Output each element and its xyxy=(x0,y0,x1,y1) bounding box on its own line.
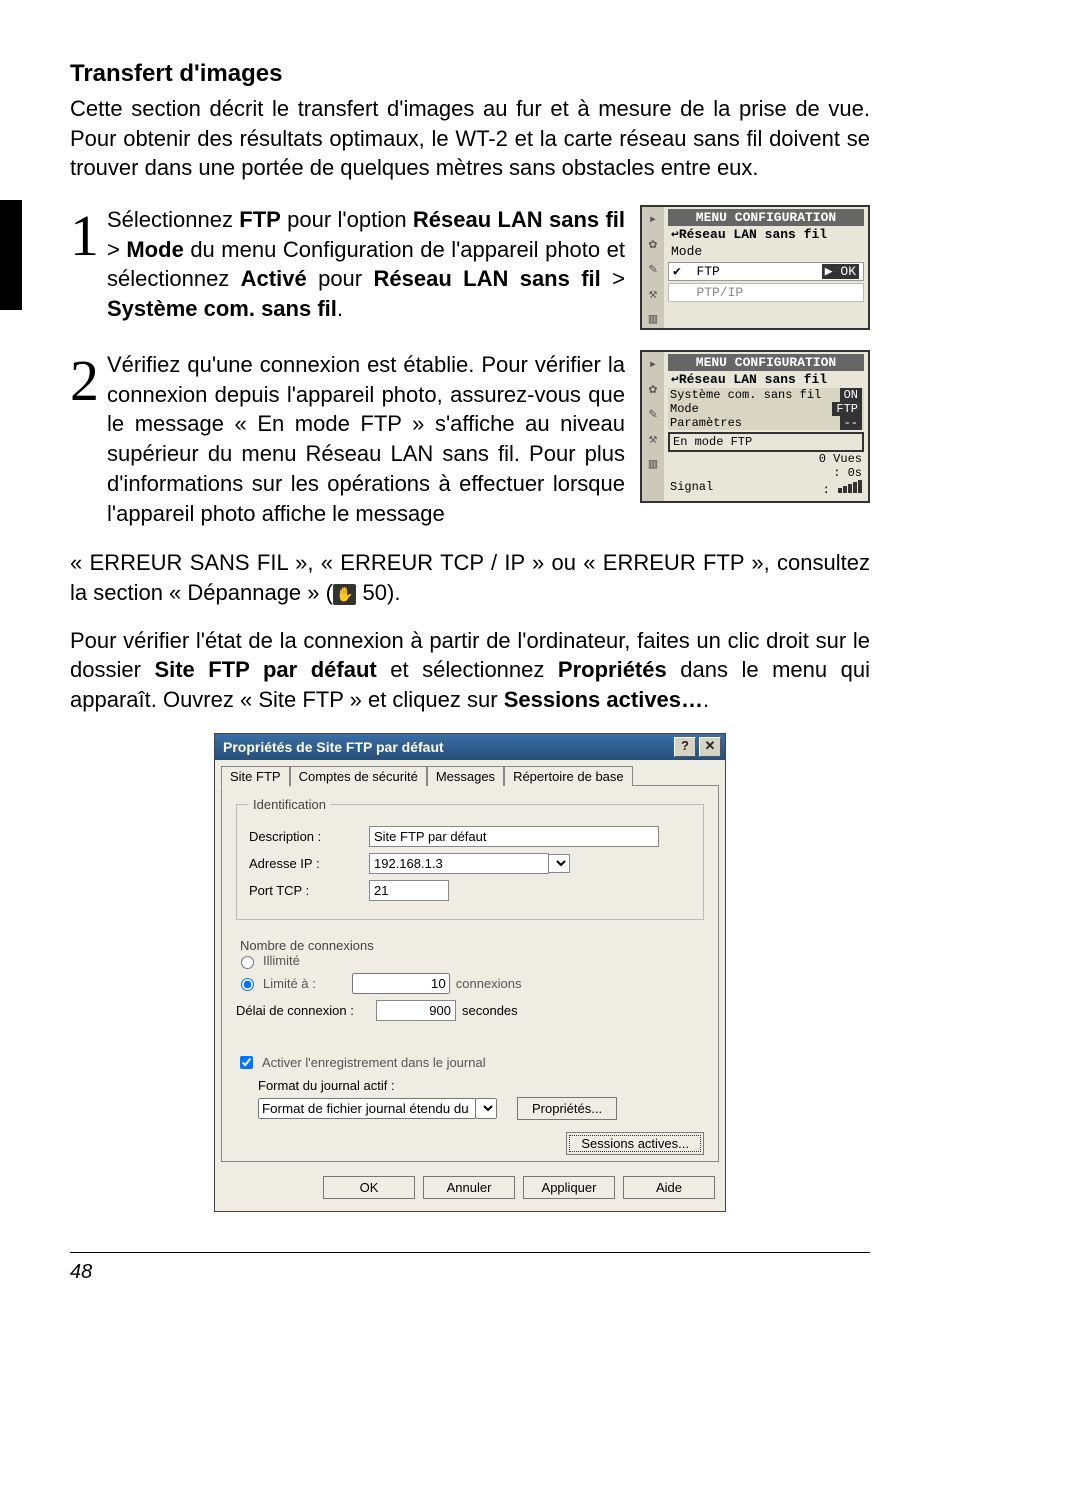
step-1-number: 1 xyxy=(70,213,99,259)
lcd2-row-mode-val: FTP xyxy=(832,402,862,416)
description-label: Description : xyxy=(249,829,369,844)
ip-field[interactable] xyxy=(369,853,549,874)
help-icon[interactable]: ? xyxy=(674,737,696,757)
lcd-icon-play: ▸ xyxy=(649,211,657,228)
lcd-icon-card: ▥ xyxy=(649,311,657,328)
page-number: 48 xyxy=(70,1252,870,1284)
close-icon[interactable]: ✕ xyxy=(699,737,721,757)
lcd2-signal-label: Signal xyxy=(670,480,713,497)
lcd2-row-mode: Mode xyxy=(670,402,699,416)
lcd2-status-box: En mode FTP xyxy=(668,432,864,452)
port-field[interactable] xyxy=(369,880,449,901)
description-field[interactable] xyxy=(369,826,659,847)
timeout-field[interactable] xyxy=(376,1000,456,1021)
unlimited-label: Illimité xyxy=(263,953,300,968)
section-title: Transfert d'images xyxy=(70,60,870,88)
step-2-number: 2 xyxy=(70,358,99,404)
identification-fieldset: Identification Description : Adresse IP … xyxy=(236,804,704,920)
identification-legend: Identification xyxy=(249,797,330,812)
lcd-icon-camera: ✿ xyxy=(649,236,657,253)
lcd-icon-camera: ✿ xyxy=(649,381,657,398)
dialog-tabs: Site FTP Comptes de sécurité Messages Ré… xyxy=(221,766,719,786)
lcd2-views: 0 Vues xyxy=(819,452,862,466)
signal-bars-icon xyxy=(837,480,862,497)
tab-site-ftp[interactable]: Site FTP xyxy=(221,766,290,787)
connections-legend: Nombre de connexions xyxy=(236,938,378,953)
lcd1-subtitle: ↩Réseau LAN sans fil xyxy=(668,226,864,243)
step-2-continuation: « ERREUR SANS FIL », « ERREUR TCP / IP »… xyxy=(70,548,870,607)
paragraph-verify-computer: Pour vérifier l'état de la connexion à p… xyxy=(70,626,870,715)
step-2: 2 Vérifiez qu'une connexion est établie.… xyxy=(70,350,870,528)
lcd-icon-wrench: ⚒ xyxy=(649,286,657,303)
tab-messages[interactable]: Messages xyxy=(427,766,504,786)
enable-logging-checkbox[interactable] xyxy=(240,1056,253,1069)
lcd2-row-params: Paramètres xyxy=(670,416,742,430)
lcd1-mode-label: Mode xyxy=(668,243,864,260)
dialog-title: Propriétés de Site FTP par défaut xyxy=(223,739,444,755)
log-format-field[interactable] xyxy=(258,1098,476,1119)
cancel-button[interactable]: Annuler xyxy=(423,1176,515,1199)
lcd2-row-system: Système com. sans fil xyxy=(670,388,821,402)
active-sessions-button[interactable]: Sessions actives... xyxy=(566,1132,704,1155)
timeout-unit: secondes xyxy=(462,1003,518,1018)
lcd2-subtitle: ↩Réseau LAN sans fil xyxy=(668,371,864,388)
log-properties-button[interactable]: Propriétés... xyxy=(517,1097,617,1120)
camera-lcd-1: ▸ ✿ ✎ ⚒ ▥ MENU CONFIGURATION ↩Réseau LAN… xyxy=(640,205,870,330)
lcd2-title: MENU CONFIGURATION xyxy=(668,354,864,371)
limit-unit: connexions xyxy=(456,976,522,991)
page-edge-tab xyxy=(0,200,22,310)
log-format-dropdown[interactable] xyxy=(475,1098,497,1119)
limited-radio[interactable] xyxy=(241,978,254,991)
dialog-titlebar: Propriétés de Site FTP par défaut ? ✕ xyxy=(215,734,725,760)
step-1-text: Sélectionnez FTP pour l'option Réseau LA… xyxy=(107,205,625,324)
limited-label: Limité à : xyxy=(263,976,316,991)
lcd-icon-pencil: ✎ xyxy=(649,261,657,278)
lcd2-row-system-val: ON xyxy=(840,388,862,402)
log-format-label: Format du journal actif : xyxy=(258,1078,704,1093)
page-ref-icon: ✋ xyxy=(333,584,356,605)
help-button[interactable]: Aide xyxy=(623,1176,715,1199)
tab-home-directory[interactable]: Répertoire de base xyxy=(504,766,633,786)
camera-lcd-2: ▸ ✿ ✎ ⚒ ▥ MENU CONFIGURATION ↩Réseau LAN… xyxy=(640,350,870,503)
port-label: Port TCP : xyxy=(249,883,369,898)
limit-field[interactable] xyxy=(352,973,450,994)
ip-label: Adresse IP : xyxy=(249,856,369,871)
apply-button[interactable]: Appliquer xyxy=(523,1176,615,1199)
ftp-properties-dialog: Propriétés de Site FTP par défaut ? ✕ Si… xyxy=(214,733,726,1212)
timeout-label: Délai de connexion : xyxy=(236,1003,376,1018)
lcd2-time: 0s xyxy=(848,466,862,480)
enable-logging-label: Activer l'enregistrement dans le journal xyxy=(262,1055,486,1070)
step-2-text: Vérifiez qu'une connexion est établie. P… xyxy=(107,350,625,528)
lcd-icon-play: ▸ xyxy=(649,356,657,373)
step-1: 1 Sélectionnez FTP pour l'option Réseau … xyxy=(70,205,870,330)
lcd1-title: MENU CONFIGURATION xyxy=(668,209,864,226)
lcd1-option-ptpip: PTP/IP xyxy=(668,283,864,302)
lcd-icon-wrench: ⚒ xyxy=(649,431,657,448)
ip-dropdown[interactable] xyxy=(548,854,570,873)
lcd2-row-params-val: -- xyxy=(840,416,862,430)
connections-fieldset: Nombre de connexions Illimité Limité à :… xyxy=(236,934,704,1039)
unlimited-radio[interactable] xyxy=(241,956,254,969)
lcd1-option-ftp: ✔ FTP ▶ OK xyxy=(668,262,864,281)
ok-button[interactable]: OK xyxy=(323,1176,415,1199)
lcd-icon-pencil: ✎ xyxy=(649,406,657,423)
intro-paragraph: Cette section décrit le transfert d'imag… xyxy=(70,94,870,183)
tab-security-accounts[interactable]: Comptes de sécurité xyxy=(290,766,427,786)
lcd-icon-card: ▥ xyxy=(649,456,657,473)
